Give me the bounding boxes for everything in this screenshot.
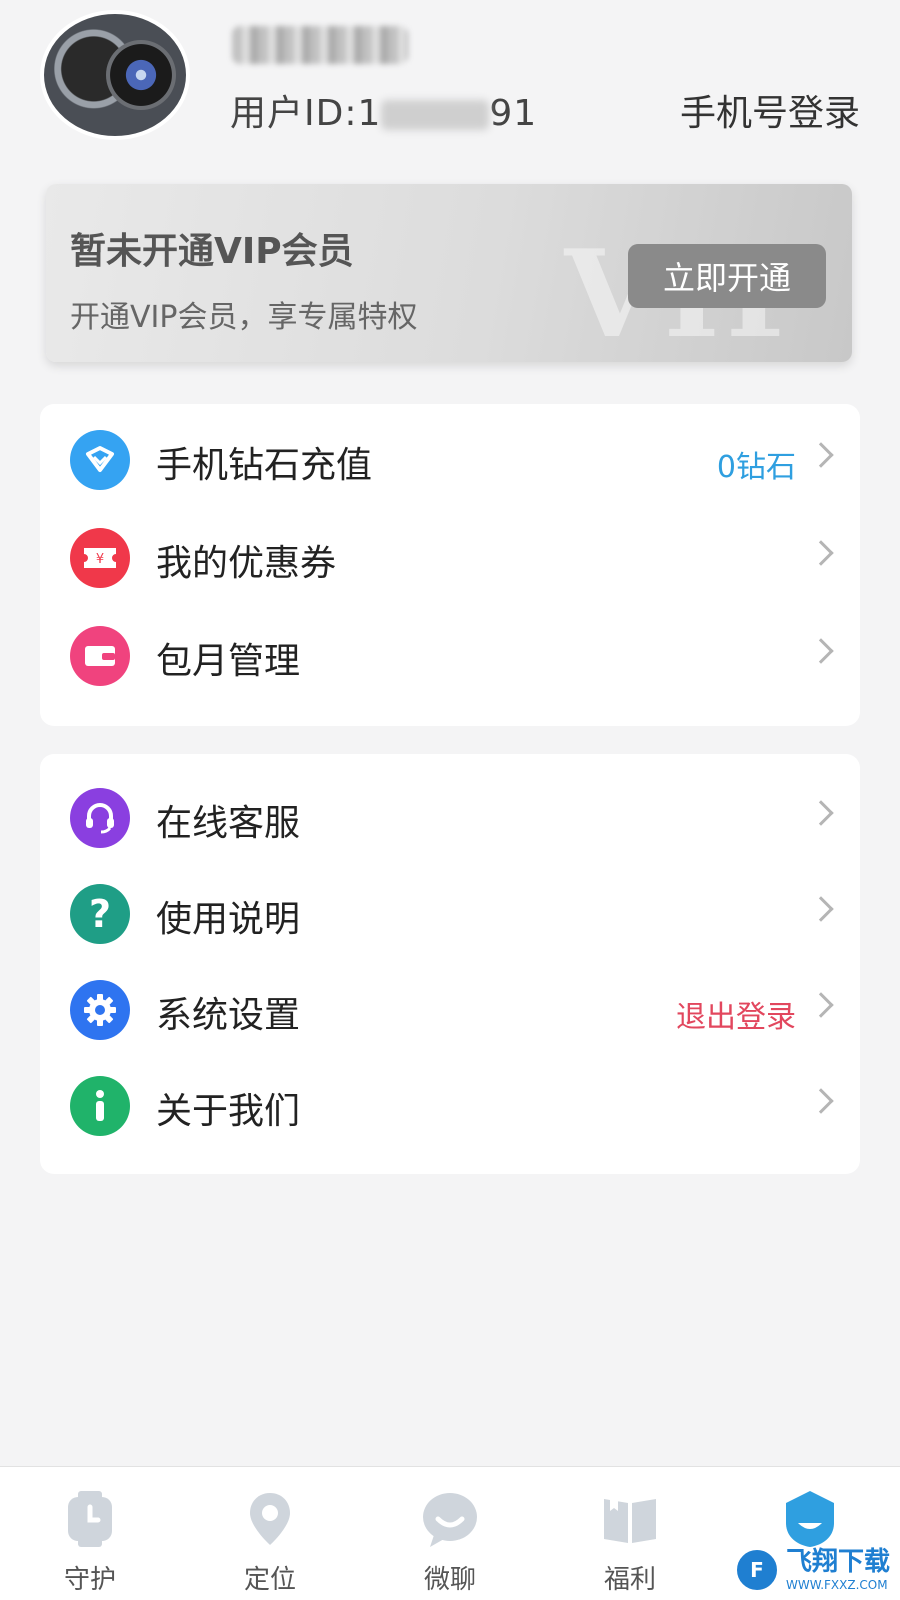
nav-tab-location[interactable]: 定位 [180, 1467, 360, 1600]
bottom-navigation: 守护 定位 微聊 福利 F 飞翔下载 WWW.FXXZ.COM [0, 1466, 900, 1600]
user-id-redacted [381, 100, 490, 130]
nav-tab-guard[interactable]: 守护 [0, 1467, 180, 1600]
nav-tab-label: 微聊 [423, 1565, 476, 1595]
wallet-icon [70, 626, 130, 686]
chevron-right-icon [808, 1088, 834, 1114]
watch-icon [60, 1489, 120, 1549]
menu-item-label: 包月管理 [156, 641, 301, 682]
info-icon [70, 1076, 130, 1136]
profile-header: 用户ID:1 91 手机号登录 [0, 0, 900, 170]
menu-item-about-us[interactable]: 关于我们 [40, 1054, 860, 1152]
avatar-watch-image [106, 40, 176, 110]
menu-item-coupons[interactable]: ¥ 我的优惠券 [40, 506, 860, 604]
question-icon: ? [70, 884, 130, 944]
menu-card-account: 手机钻石充值 0钻石 ¥ 我的优惠券 包月管理 [40, 404, 860, 726]
nav-tab-benefits[interactable]: 福利 [540, 1467, 720, 1600]
vip-title: 暂未开通VIP会员 [70, 231, 354, 272]
menu-item-online-service[interactable]: 在线客服 [40, 766, 860, 864]
user-id-label: 用户ID:1 [230, 93, 382, 134]
chat-bubble-icon [420, 1489, 480, 1549]
svg-text:¥: ¥ [96, 552, 104, 567]
logout-link[interactable]: 退出登录 [676, 992, 796, 1036]
diamond-icon [70, 430, 130, 490]
nav-tab-label: 守护 [63, 1565, 116, 1595]
location-pin-icon [240, 1489, 300, 1549]
gear-icon [70, 980, 130, 1040]
watermark-sub-text: WWW.FXXZ.COM [786, 1578, 888, 1592]
profile-icon [780, 1489, 840, 1549]
menu-item-label: 我的优惠券 [156, 543, 337, 584]
menu-item-label: 关于我们 [156, 1091, 301, 1132]
headset-icon [70, 788, 130, 848]
vip-subtitle: 开通VIP会员，享专属特权 [70, 300, 418, 335]
chevron-right-icon [808, 896, 834, 922]
chevron-right-icon [808, 540, 834, 566]
watermark-emblem-icon: F [734, 1547, 780, 1593]
menu-item-label: 在线客服 [156, 803, 301, 844]
menu-item-label: 系统设置 [156, 995, 301, 1036]
nav-tab-label: 定位 [243, 1565, 296, 1595]
nav-tab-chat[interactable]: 微聊 [360, 1467, 540, 1600]
menu-item-system-settings[interactable]: 系统设置 退出登录 [40, 958, 860, 1056]
menu-card-support: 在线客服 ? 使用说明 系统设置 退出登录 关于我们 [40, 754, 860, 1174]
chevron-right-icon [808, 638, 834, 664]
avatar[interactable] [40, 10, 190, 140]
site-watermark-logo: F 飞翔下载 WWW.FXXZ.COM [734, 1542, 894, 1598]
open-vip-button[interactable]: 立即开通 [628, 244, 826, 308]
diamond-balance: 0钻石 [716, 450, 796, 485]
menu-item-label: 使用说明 [156, 899, 301, 940]
chevron-right-icon [808, 992, 834, 1018]
book-icon [600, 1489, 660, 1549]
nav-tab-label: 福利 [603, 1565, 656, 1595]
chevron-right-icon [808, 442, 834, 468]
username-blurred [232, 26, 408, 64]
menu-item-label: 手机钻石充值 [156, 445, 373, 486]
menu-item-monthly-management[interactable]: 包月管理 [40, 604, 860, 702]
phone-login-link[interactable]: 手机号登录 [680, 84, 860, 136]
chevron-right-icon [808, 800, 834, 826]
watermark-main-text: 飞翔下载 [786, 1547, 891, 1577]
coupon-icon: ¥ [70, 528, 130, 588]
menu-item-diamond-recharge[interactable]: 手机钻石充值 0钻石 [40, 408, 860, 506]
menu-item-instructions[interactable]: ? 使用说明 [40, 862, 860, 960]
vip-banner[interactable]: VIP 暂未开通VIP会员 开通VIP会员，享专属特权 立即开通 [46, 184, 852, 362]
user-id-suffix: 91 [489, 93, 538, 134]
user-id: 用户ID:1 91 [230, 84, 537, 136]
